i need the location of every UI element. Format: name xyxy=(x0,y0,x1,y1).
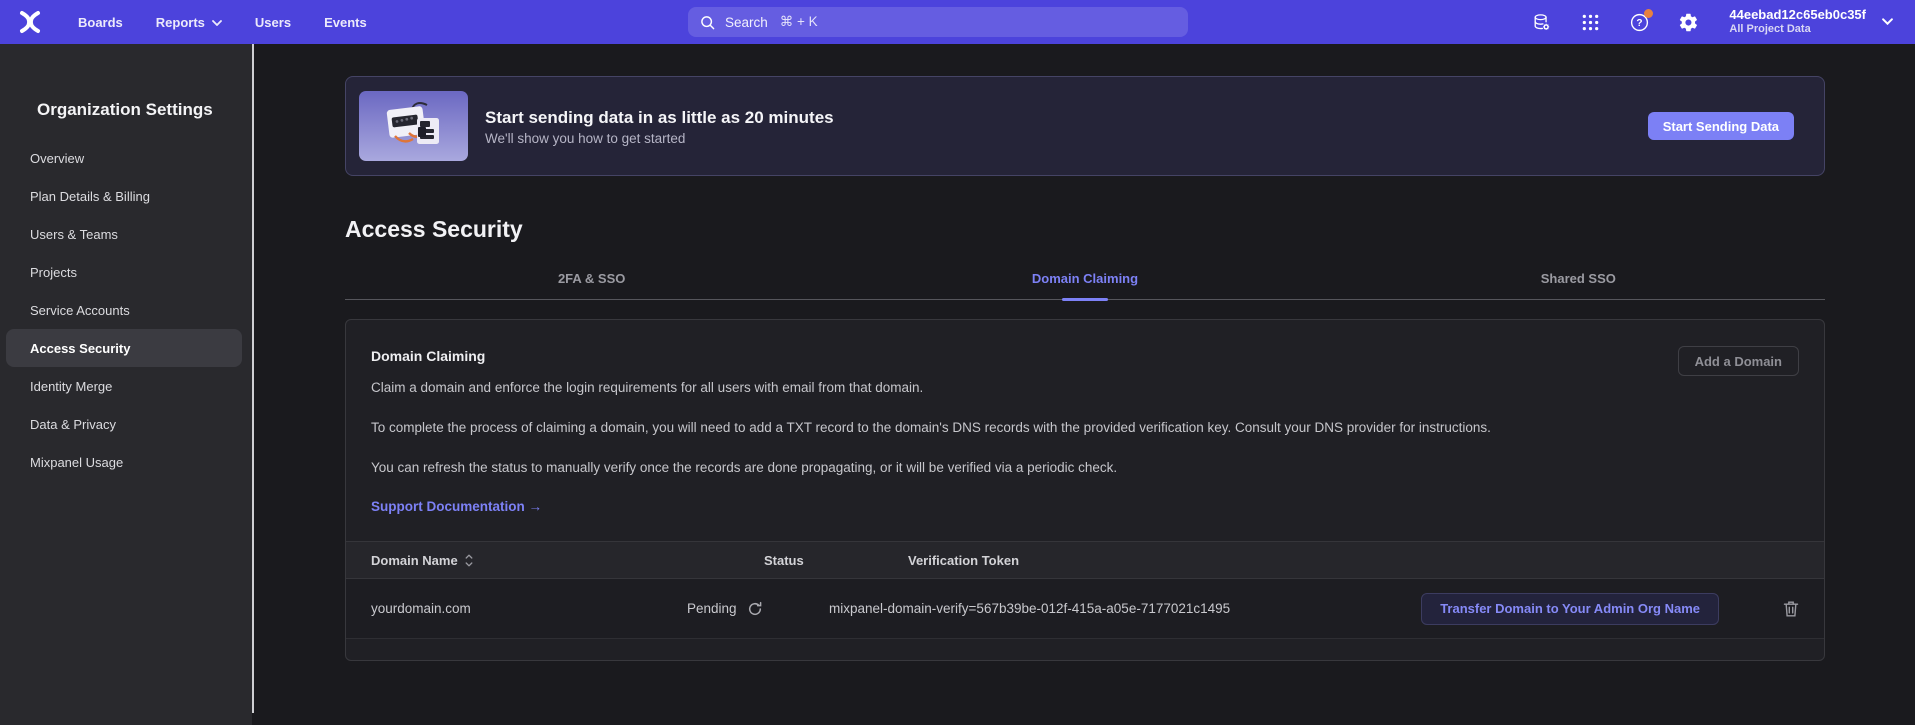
project-label: All Project Data xyxy=(1729,23,1866,36)
domains-table: Domain Name Status Verification Token yo… xyxy=(346,541,1824,660)
column-header-domain-name: Domain Name xyxy=(371,553,458,568)
sidebar-item-plan-details-billing[interactable]: Plan Details & Billing xyxy=(6,177,242,215)
search-input[interactable]: Search ⌘ + K xyxy=(688,7,1188,37)
tab-2fa-sso[interactable]: 2FA & SSO xyxy=(345,266,838,299)
org-id: 44eebad12c65eb0c35f xyxy=(1729,8,1866,23)
status-cell: Pending xyxy=(687,601,829,617)
gear-icon[interactable] xyxy=(1677,11,1699,33)
svg-text:?: ? xyxy=(1636,18,1642,29)
sidebar-title: Organization Settings xyxy=(37,100,252,120)
nav-item-boards[interactable]: Boards xyxy=(78,15,123,30)
card-description-1: Claim a domain and enforce the login req… xyxy=(371,378,1799,398)
support-documentation-link[interactable]: Support Documentation → xyxy=(371,497,542,517)
sidebar-item-users-teams[interactable]: Users & Teams xyxy=(6,215,242,253)
sidebar-item-access-security[interactable]: Access Security xyxy=(6,329,242,367)
search-shortcut: ⌘ + K xyxy=(780,14,818,30)
card-description-3: You can refresh the status to manually v… xyxy=(371,458,1799,478)
sidebar-item-overview[interactable]: Overview xyxy=(6,139,242,177)
banner-subtitle: We'll show you how to get started xyxy=(485,131,834,146)
sidebar-item-identity-merge[interactable]: Identity Merge xyxy=(6,367,242,405)
sidebar-item-data-privacy[interactable]: Data & Privacy xyxy=(6,405,242,443)
table-row: yourdomain.com Pending mixpanel-domain-v… xyxy=(346,579,1824,639)
nav-item-events[interactable]: Events xyxy=(324,15,367,30)
org-settings-sidebar: Organization Settings Overview Plan Deta… xyxy=(0,44,252,725)
sort-icon[interactable] xyxy=(465,554,473,567)
nav-links: Boards Reports Users Events xyxy=(78,15,367,30)
card-title: Domain Claiming xyxy=(371,346,1799,366)
top-nav: Boards Reports Users Events Search ⌘ + K xyxy=(0,0,1915,44)
column-header-status: Status xyxy=(687,553,829,568)
refresh-status-icon[interactable] xyxy=(747,601,763,617)
domain-name-cell: yourdomain.com xyxy=(371,601,687,616)
domain-claiming-card: Domain Claiming Claim a domain and enfor… xyxy=(345,319,1825,661)
help-icon[interactable]: ? xyxy=(1628,11,1650,33)
nav-right-group: ? 44eebad12c65eb0c35f All Project Data xyxy=(1530,0,1893,44)
card-description-2: To complete the process of claiming a do… xyxy=(371,418,1799,438)
add-domain-button[interactable]: Add a Domain xyxy=(1678,346,1799,376)
search-placeholder: Search xyxy=(725,15,768,30)
onboarding-illustration xyxy=(359,91,468,161)
notification-dot xyxy=(1644,9,1653,18)
chevron-down-icon xyxy=(212,20,222,26)
sidebar-item-projects[interactable]: Projects xyxy=(6,253,242,291)
tab-domain-claiming[interactable]: Domain Claiming xyxy=(838,266,1331,299)
column-header-verification-token: Verification Token xyxy=(829,553,1349,568)
chevron-down-icon xyxy=(1882,18,1893,25)
access-security-tabs: 2FA & SSO Domain Claiming Shared SSO xyxy=(345,266,1825,300)
page-title: Access Security xyxy=(345,214,1825,244)
apps-grid-icon[interactable] xyxy=(1579,11,1601,33)
data-settings-icon[interactable] xyxy=(1530,11,1552,33)
start-sending-data-button[interactable]: Start Sending Data xyxy=(1648,112,1794,140)
transfer-domain-button[interactable]: Transfer Domain to Your Admin Org Name xyxy=(1421,593,1719,625)
search-icon xyxy=(699,14,716,31)
onboarding-banner: Start sending data in as little as 20 mi… xyxy=(345,76,1825,176)
nav-item-reports[interactable]: Reports xyxy=(156,15,222,30)
verification-token-cell: mixpanel-domain-verify=567b39be-012f-415… xyxy=(829,601,1349,616)
main-area: Start sending data in as little as 20 mi… xyxy=(254,44,1915,725)
mixpanel-logo-icon[interactable] xyxy=(13,7,47,37)
org-switcher[interactable]: 44eebad12c65eb0c35f All Project Data xyxy=(1729,8,1893,36)
nav-item-users[interactable]: Users xyxy=(255,15,291,30)
banner-title: Start sending data in as little as 20 mi… xyxy=(485,107,834,129)
status-value: Pending xyxy=(687,601,737,616)
tab-shared-sso[interactable]: Shared SSO xyxy=(1332,266,1825,299)
delete-domain-icon[interactable] xyxy=(1775,600,1799,618)
sidebar-item-service-accounts[interactable]: Service Accounts xyxy=(6,291,242,329)
table-header: Domain Name Status Verification Token xyxy=(346,541,1824,579)
sidebar-item-mixpanel-usage[interactable]: Mixpanel Usage xyxy=(6,443,242,481)
